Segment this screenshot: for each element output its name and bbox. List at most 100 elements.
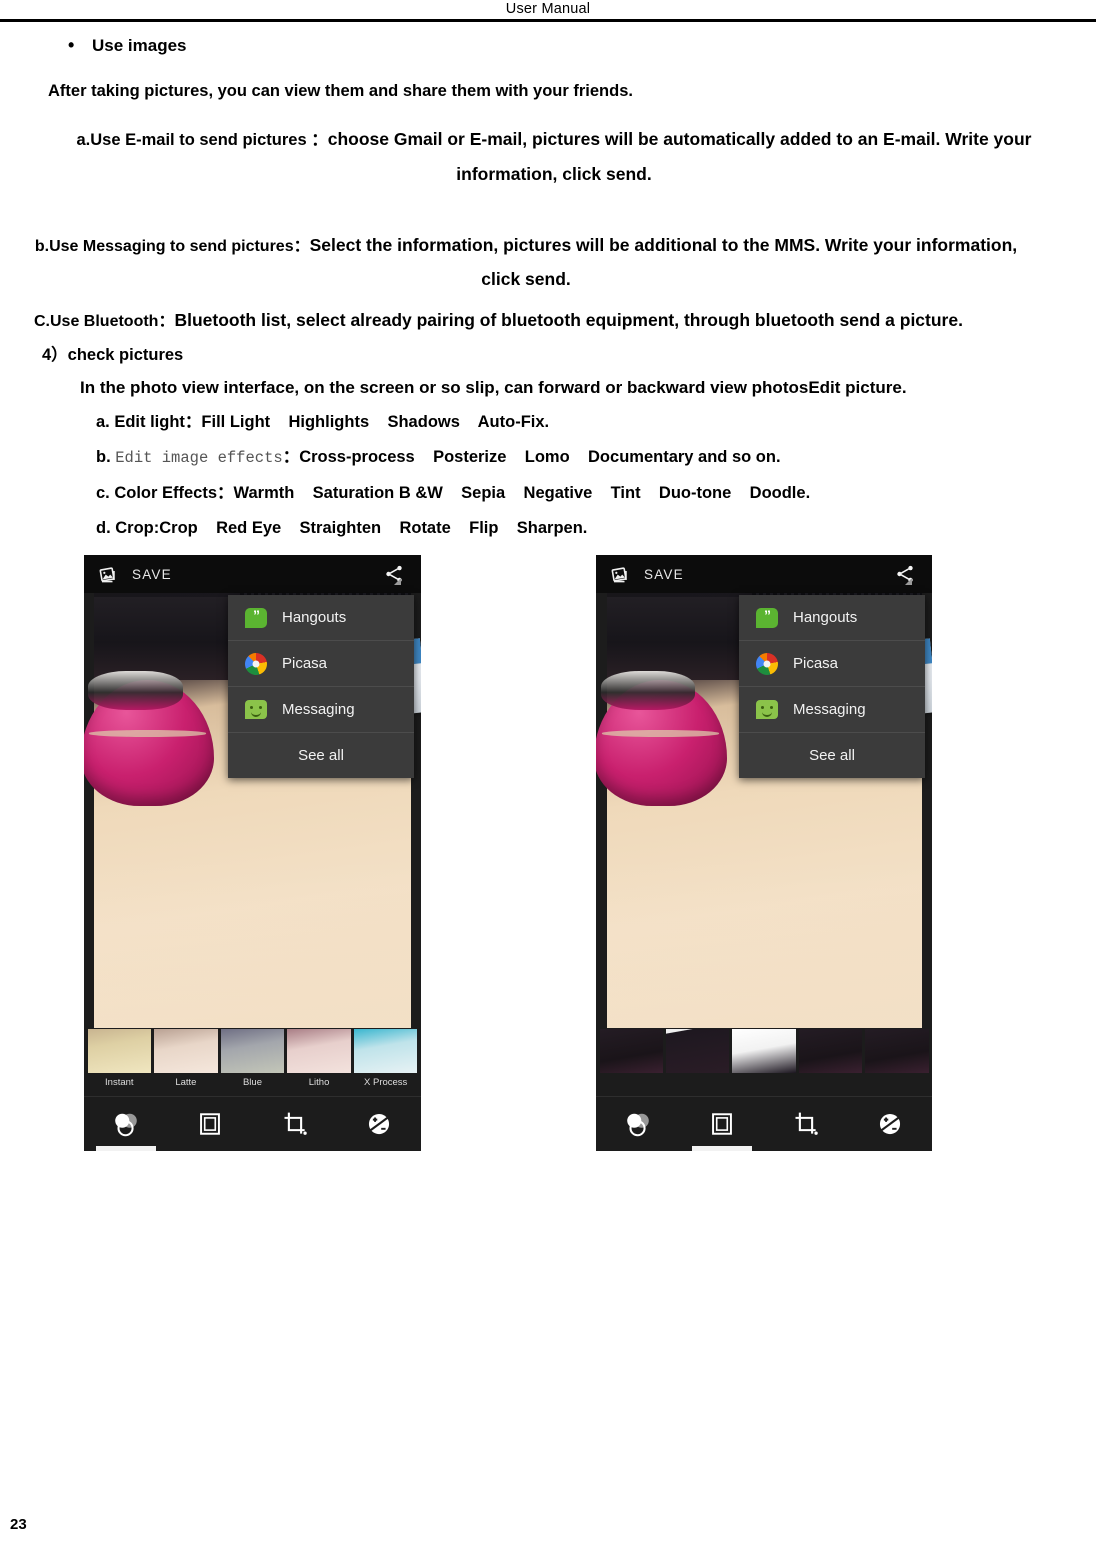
- filter-thumb-image: [287, 1029, 351, 1073]
- item-b-paragraph: b.Use Messaging to send pictures：Select …: [0, 191, 1096, 295]
- sub-item-b: b. Edit image effects：Cross-process Post…: [0, 438, 1096, 474]
- effects-tool-button[interactable]: [84, 1097, 168, 1151]
- share-icon[interactable]: [892, 561, 918, 587]
- share-menu-item-label: Messaging: [282, 701, 355, 718]
- sub-item-c: c. Color Effects：Warmth Saturation B &W …: [96, 484, 811, 502]
- frame-thumb-label: [666, 1073, 729, 1077]
- section-4-heading: 4）check pictures: [42, 346, 184, 364]
- frame-thumb[interactable]: [732, 1029, 796, 1097]
- share-menu-right[interactable]: ” Hangouts Picasa Messaging See all: [739, 595, 925, 778]
- filter-thumb-image: [154, 1029, 218, 1073]
- sub-item-b-prefix: b.: [96, 448, 116, 466]
- section-4-paragraph: In the photo view interface, on the scre…: [80, 378, 907, 397]
- frame-thumb-label: [600, 1073, 663, 1077]
- sub-item-b-rest: ：Cross-process Posterize Lomo Documentar…: [282, 448, 781, 466]
- share-caret-icon: [905, 578, 912, 585]
- frames-tool-button[interactable]: [680, 1097, 764, 1151]
- frame-thumb[interactable]: [665, 1029, 730, 1097]
- share-menu-item-label: Hangouts: [793, 609, 858, 626]
- share-menu-item-label: Picasa: [282, 655, 328, 672]
- photo-laptop-region: [94, 597, 247, 680]
- share-menu-item-messaging[interactable]: Messaging: [228, 687, 414, 733]
- document-body: Use images After taking pictures, you ca…: [0, 24, 1096, 544]
- messaging-icon: [755, 698, 779, 722]
- frame-thumb-image: [865, 1029, 929, 1073]
- frame-thumb[interactable]: [798, 1029, 863, 1097]
- bullet-list: Use images: [0, 24, 1096, 56]
- frame-thumb-image: [798, 1029, 863, 1073]
- page-number: 23: [10, 1516, 27, 1533]
- sub-item-a: a. Edit light：Fill Light Highlights Shad…: [96, 413, 550, 431]
- frame-thumb-image: [599, 1029, 663, 1073]
- frame-thumb-label: [799, 1073, 862, 1077]
- picasa-icon: [755, 652, 779, 676]
- exposure-tool-button[interactable]: [337, 1097, 421, 1151]
- frame-thumb-image: [665, 1029, 730, 1073]
- frame-thumb-label: [732, 1073, 795, 1077]
- photo-tin-top-region: [600, 671, 696, 711]
- frame-thumb[interactable]: [599, 1029, 663, 1097]
- filter-thumb[interactable]: Instant: [87, 1029, 152, 1097]
- edit-toolbar-left[interactable]: [84, 1096, 421, 1151]
- save-label-left[interactable]: SAVE: [132, 567, 172, 582]
- item-b-text: Select the information, pictures will be…: [309, 235, 1018, 289]
- filter-thumb-image: [220, 1029, 285, 1073]
- see-all-label: See all: [809, 747, 855, 764]
- filter-thumb-label: Instant: [105, 1077, 134, 1088]
- share-menu-see-all[interactable]: See all: [228, 733, 414, 778]
- share-menu-item-messaging[interactable]: Messaging: [739, 687, 925, 733]
- filter-filmstrip-right[interactable]: [596, 1029, 932, 1097]
- item-c-text: Bluetooth list, select already pairing o…: [174, 310, 963, 330]
- intro-paragraph: After taking pictures, you can view them…: [48, 82, 633, 100]
- filter-thumb-label: Latte: [175, 1077, 197, 1088]
- phone-screenshot-right: SAVE ” Hangouts Picasa Messaging See all: [596, 555, 932, 1151]
- share-menu-item-picasa[interactable]: Picasa: [739, 641, 925, 687]
- photo-stack-icon[interactable]: [606, 561, 632, 587]
- phone-screenshot-left: SAVE ” Hangouts Picasa Messaging See all…: [84, 555, 421, 1151]
- frame-thumb-label: [865, 1073, 928, 1077]
- sub-item-b-mono: Edit image effects: [115, 449, 283, 467]
- action-bar-left: SAVE: [84, 555, 421, 593]
- share-menu-item-label: Messaging: [793, 701, 866, 718]
- filter-thumb-label: X Process: [364, 1077, 408, 1088]
- item-b-lead: b.Use Messaging to send pictures：: [34, 238, 310, 255]
- item-a-text: choose Gmail or E-mail, pictures will be…: [327, 129, 1032, 184]
- share-icon[interactable]: [381, 561, 407, 587]
- filter-thumb[interactable]: Litho: [287, 1029, 351, 1097]
- photo-tin-top-region: [87, 671, 183, 711]
- action-bar-right: SAVE: [596, 555, 932, 593]
- photo-stack-icon[interactable]: [94, 561, 120, 587]
- picasa-icon: [244, 652, 268, 676]
- filter-thumb-image: [353, 1029, 418, 1073]
- sub-item-d: d. Crop:Crop Red Eye Straighten Rotate F…: [96, 519, 588, 537]
- edit-toolbar-right[interactable]: [596, 1096, 932, 1151]
- hangouts-icon: ”: [755, 606, 779, 630]
- share-menu-item-hangouts[interactable]: ” Hangouts: [228, 595, 414, 641]
- share-menu-item-picasa[interactable]: Picasa: [228, 641, 414, 687]
- share-menu-item-hangouts[interactable]: ” Hangouts: [739, 595, 925, 641]
- crop-tool-button[interactable]: [253, 1097, 337, 1151]
- item-a-lead: a.Use E-mail to send pictures ：: [76, 131, 328, 149]
- item-c-paragraph: C.Use Bluetooth：Bluetooth list, select a…: [0, 295, 1096, 335]
- share-caret-icon: [394, 578, 401, 585]
- share-menu-left[interactable]: ” Hangouts Picasa Messaging See all: [228, 595, 414, 778]
- effects-tool-button[interactable]: [596, 1097, 680, 1151]
- header-divider: [0, 19, 1096, 22]
- filter-filmstrip-left[interactable]: Instant Latte Blue Litho X Process: [84, 1029, 421, 1097]
- save-label-right[interactable]: SAVE: [644, 567, 684, 582]
- see-all-label: See all: [298, 747, 344, 764]
- filter-thumb[interactable]: Latte: [154, 1029, 218, 1097]
- frames-tool-button[interactable]: [168, 1097, 252, 1151]
- filter-thumb[interactable]: X Process: [353, 1029, 418, 1097]
- crop-tool-button[interactable]: [764, 1097, 848, 1151]
- messaging-icon: [244, 698, 268, 722]
- filter-thumb-label: Blue: [242, 1077, 262, 1088]
- exposure-tool-button[interactable]: [848, 1097, 932, 1151]
- filter-thumb-image: [87, 1029, 152, 1073]
- share-menu-item-label: Hangouts: [282, 609, 347, 626]
- item-a-paragraph: a.Use E-mail to send pictures ：choose Gm…: [0, 105, 1096, 191]
- page-header-title: User Manual: [505, 1, 591, 17]
- share-menu-see-all[interactable]: See all: [739, 733, 925, 778]
- frame-thumb[interactable]: [865, 1029, 929, 1097]
- filter-thumb[interactable]: Blue: [220, 1029, 285, 1097]
